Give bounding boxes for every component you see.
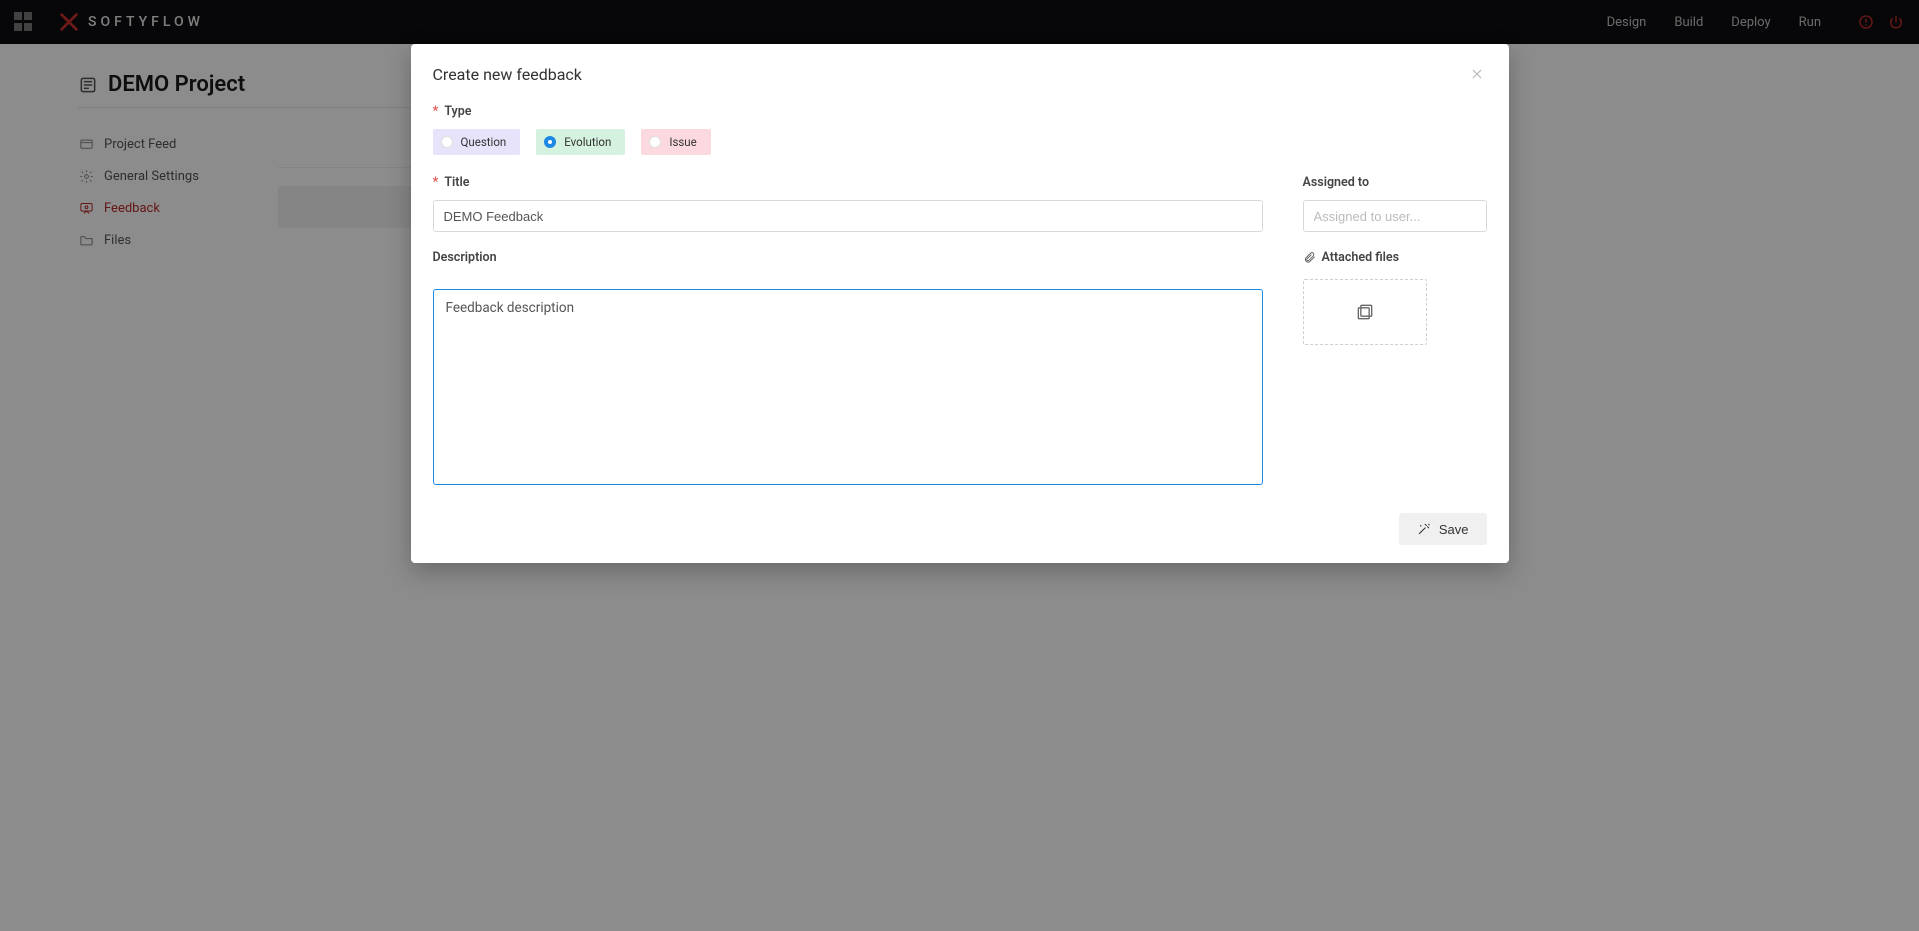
modal-footer: Save <box>411 499 1509 563</box>
title-input[interactable] <box>433 200 1263 232</box>
radio-icon <box>544 136 556 148</box>
required-mark: * <box>433 175 439 190</box>
description-textarea[interactable] <box>433 289 1263 485</box>
type-row: Question Evolution Issue <box>433 129 1487 155</box>
type-label-text: Issue <box>669 135 696 149</box>
type-label: * Type <box>433 104 1487 119</box>
close-icon[interactable] <box>1467 64 1487 84</box>
create-feedback-modal: Create new feedback * Type Question Evol… <box>411 44 1509 563</box>
description-label: Description <box>433 250 1263 265</box>
type-issue[interactable]: Issue <box>641 129 710 155</box>
paperclip-icon <box>1303 251 1316 264</box>
assigned-to-input[interactable] <box>1303 200 1487 232</box>
type-question[interactable]: Question <box>433 129 521 155</box>
save-button-label: Save <box>1439 522 1469 537</box>
file-upload-box[interactable] <box>1303 279 1427 345</box>
type-label-text: Evolution <box>564 135 611 149</box>
image-stack-icon <box>1355 302 1375 322</box>
radio-icon <box>649 136 661 148</box>
modal-overlay: Create new feedback * Type Question Evol… <box>0 0 1919 931</box>
save-button[interactable]: Save <box>1399 513 1487 545</box>
type-label-text: Question <box>461 135 507 149</box>
required-mark: * <box>433 104 439 119</box>
attached-files-label: Attached files <box>1303 250 1487 265</box>
modal-header: Create new feedback <box>411 44 1509 98</box>
assigned-to-label: Assigned to <box>1303 175 1487 190</box>
type-evolution[interactable]: Evolution <box>536 129 625 155</box>
modal-title: Create new feedback <box>433 65 582 84</box>
magic-wand-icon <box>1417 522 1431 536</box>
radio-icon <box>441 136 453 148</box>
title-label: * Title <box>433 175 1263 190</box>
